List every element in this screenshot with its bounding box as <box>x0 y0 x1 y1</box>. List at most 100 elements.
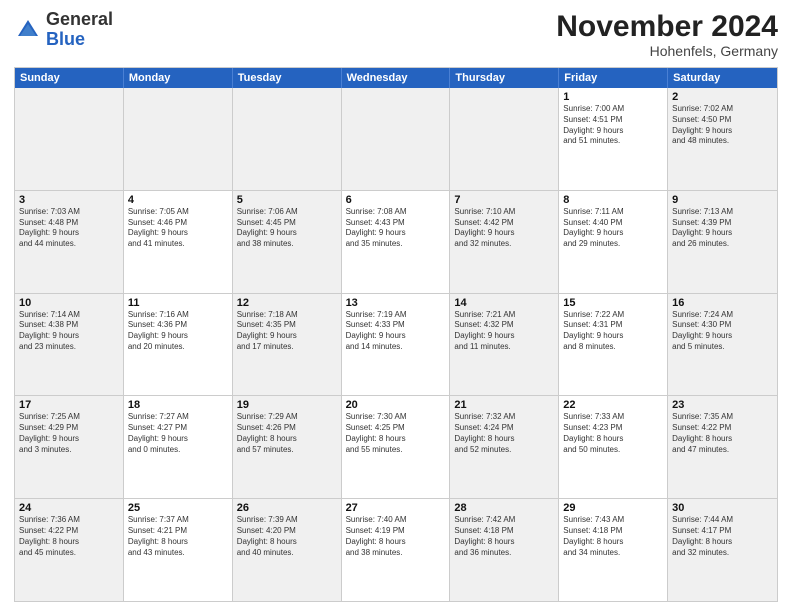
day-info: Sunrise: 7:06 AM Sunset: 4:45 PM Dayligh… <box>237 207 337 250</box>
day-number: 18 <box>128 399 228 411</box>
day-info: Sunrise: 7:14 AM Sunset: 4:38 PM Dayligh… <box>19 310 119 353</box>
calendar-row: 10Sunrise: 7:14 AM Sunset: 4:38 PM Dayli… <box>15 293 777 396</box>
day-number: 19 <box>237 399 337 411</box>
calendar-cell: 18Sunrise: 7:27 AM Sunset: 4:27 PM Dayli… <box>124 396 233 498</box>
calendar-cell: 10Sunrise: 7:14 AM Sunset: 4:38 PM Dayli… <box>15 294 124 396</box>
day-number: 30 <box>672 502 773 514</box>
day-info: Sunrise: 7:29 AM Sunset: 4:26 PM Dayligh… <box>237 412 337 455</box>
day-number: 6 <box>346 194 446 206</box>
day-number: 3 <box>19 194 119 206</box>
day-info: Sunrise: 7:13 AM Sunset: 4:39 PM Dayligh… <box>672 207 773 250</box>
day-info: Sunrise: 7:02 AM Sunset: 4:50 PM Dayligh… <box>672 104 773 147</box>
day-info: Sunrise: 7:24 AM Sunset: 4:30 PM Dayligh… <box>672 310 773 353</box>
calendar-header: SundayMondayTuesdayWednesdayThursdayFrid… <box>15 68 777 88</box>
day-info: Sunrise: 7:16 AM Sunset: 4:36 PM Dayligh… <box>128 310 228 353</box>
calendar-row: 3Sunrise: 7:03 AM Sunset: 4:48 PM Daylig… <box>15 190 777 293</box>
weekday-header: Wednesday <box>342 68 451 88</box>
calendar-cell: 2Sunrise: 7:02 AM Sunset: 4:50 PM Daylig… <box>668 88 777 190</box>
calendar-cell: 27Sunrise: 7:40 AM Sunset: 4:19 PM Dayli… <box>342 499 451 601</box>
calendar-cell: 11Sunrise: 7:16 AM Sunset: 4:36 PM Dayli… <box>124 294 233 396</box>
day-info: Sunrise: 7:18 AM Sunset: 4:35 PM Dayligh… <box>237 310 337 353</box>
day-info: Sunrise: 7:33 AM Sunset: 4:23 PM Dayligh… <box>563 412 663 455</box>
calendar-cell <box>342 88 451 190</box>
page: General Blue November 2024 Hohenfels, Ge… <box>0 0 792 612</box>
day-number: 26 <box>237 502 337 514</box>
day-number: 27 <box>346 502 446 514</box>
day-number: 20 <box>346 399 446 411</box>
calendar-cell <box>15 88 124 190</box>
day-info: Sunrise: 7:03 AM Sunset: 4:48 PM Dayligh… <box>19 207 119 250</box>
calendar-cell: 30Sunrise: 7:44 AM Sunset: 4:17 PM Dayli… <box>668 499 777 601</box>
calendar-cell: 12Sunrise: 7:18 AM Sunset: 4:35 PM Dayli… <box>233 294 342 396</box>
day-number: 1 <box>563 91 663 103</box>
calendar-cell: 26Sunrise: 7:39 AM Sunset: 4:20 PM Dayli… <box>233 499 342 601</box>
day-info: Sunrise: 7:00 AM Sunset: 4:51 PM Dayligh… <box>563 104 663 147</box>
day-info: Sunrise: 7:27 AM Sunset: 4:27 PM Dayligh… <box>128 412 228 455</box>
day-number: 2 <box>672 91 773 103</box>
calendar-cell: 14Sunrise: 7:21 AM Sunset: 4:32 PM Dayli… <box>450 294 559 396</box>
day-number: 25 <box>128 502 228 514</box>
day-info: Sunrise: 7:05 AM Sunset: 4:46 PM Dayligh… <box>128 207 228 250</box>
calendar-cell: 28Sunrise: 7:42 AM Sunset: 4:18 PM Dayli… <box>450 499 559 601</box>
calendar-cell: 23Sunrise: 7:35 AM Sunset: 4:22 PM Dayli… <box>668 396 777 498</box>
calendar-cell: 3Sunrise: 7:03 AM Sunset: 4:48 PM Daylig… <box>15 191 124 293</box>
weekday-header: Tuesday <box>233 68 342 88</box>
day-number: 29 <box>563 502 663 514</box>
day-number: 23 <box>672 399 773 411</box>
day-number: 5 <box>237 194 337 206</box>
page-header: General Blue November 2024 Hohenfels, Ge… <box>14 10 778 59</box>
calendar-cell: 5Sunrise: 7:06 AM Sunset: 4:45 PM Daylig… <box>233 191 342 293</box>
calendar-row: 24Sunrise: 7:36 AM Sunset: 4:22 PM Dayli… <box>15 498 777 601</box>
day-info: Sunrise: 7:32 AM Sunset: 4:24 PM Dayligh… <box>454 412 554 455</box>
day-number: 22 <box>563 399 663 411</box>
calendar-cell: 21Sunrise: 7:32 AM Sunset: 4:24 PM Dayli… <box>450 396 559 498</box>
calendar-cell: 4Sunrise: 7:05 AM Sunset: 4:46 PM Daylig… <box>124 191 233 293</box>
calendar-cell: 20Sunrise: 7:30 AM Sunset: 4:25 PM Dayli… <box>342 396 451 498</box>
calendar-cell: 13Sunrise: 7:19 AM Sunset: 4:33 PM Dayli… <box>342 294 451 396</box>
calendar-cell: 29Sunrise: 7:43 AM Sunset: 4:18 PM Dayli… <box>559 499 668 601</box>
calendar-cell: 6Sunrise: 7:08 AM Sunset: 4:43 PM Daylig… <box>342 191 451 293</box>
day-number: 13 <box>346 297 446 309</box>
calendar-cell <box>450 88 559 190</box>
calendar-cell <box>233 88 342 190</box>
day-info: Sunrise: 7:36 AM Sunset: 4:22 PM Dayligh… <box>19 515 119 558</box>
day-info: Sunrise: 7:35 AM Sunset: 4:22 PM Dayligh… <box>672 412 773 455</box>
calendar-cell: 7Sunrise: 7:10 AM Sunset: 4:42 PM Daylig… <box>450 191 559 293</box>
day-info: Sunrise: 7:43 AM Sunset: 4:18 PM Dayligh… <box>563 515 663 558</box>
calendar-cell: 9Sunrise: 7:13 AM Sunset: 4:39 PM Daylig… <box>668 191 777 293</box>
weekday-header: Friday <box>559 68 668 88</box>
day-number: 9 <box>672 194 773 206</box>
logo-icon <box>14 16 42 44</box>
day-number: 10 <box>19 297 119 309</box>
calendar-cell: 15Sunrise: 7:22 AM Sunset: 4:31 PM Dayli… <box>559 294 668 396</box>
day-info: Sunrise: 7:40 AM Sunset: 4:19 PM Dayligh… <box>346 515 446 558</box>
calendar: SundayMondayTuesdayWednesdayThursdayFrid… <box>14 67 778 602</box>
day-number: 12 <box>237 297 337 309</box>
day-number: 11 <box>128 297 228 309</box>
title-block: November 2024 Hohenfels, Germany <box>556 10 778 59</box>
day-number: 21 <box>454 399 554 411</box>
day-info: Sunrise: 7:08 AM Sunset: 4:43 PM Dayligh… <box>346 207 446 250</box>
day-info: Sunrise: 7:22 AM Sunset: 4:31 PM Dayligh… <box>563 310 663 353</box>
calendar-cell: 24Sunrise: 7:36 AM Sunset: 4:22 PM Dayli… <box>15 499 124 601</box>
day-number: 17 <box>19 399 119 411</box>
calendar-cell <box>124 88 233 190</box>
day-info: Sunrise: 7:25 AM Sunset: 4:29 PM Dayligh… <box>19 412 119 455</box>
day-number: 7 <box>454 194 554 206</box>
weekday-header: Saturday <box>668 68 777 88</box>
day-number: 4 <box>128 194 228 206</box>
calendar-cell: 17Sunrise: 7:25 AM Sunset: 4:29 PM Dayli… <box>15 396 124 498</box>
day-info: Sunrise: 7:30 AM Sunset: 4:25 PM Dayligh… <box>346 412 446 455</box>
day-number: 14 <box>454 297 554 309</box>
calendar-body: 1Sunrise: 7:00 AM Sunset: 4:51 PM Daylig… <box>15 88 777 601</box>
calendar-cell: 16Sunrise: 7:24 AM Sunset: 4:30 PM Dayli… <box>668 294 777 396</box>
calendar-row: 1Sunrise: 7:00 AM Sunset: 4:51 PM Daylig… <box>15 88 777 190</box>
location: Hohenfels, Germany <box>556 43 778 59</box>
logo-blue: Blue <box>46 29 85 49</box>
logo: General Blue <box>14 10 113 50</box>
day-info: Sunrise: 7:44 AM Sunset: 4:17 PM Dayligh… <box>672 515 773 558</box>
day-number: 15 <box>563 297 663 309</box>
day-number: 24 <box>19 502 119 514</box>
day-info: Sunrise: 7:10 AM Sunset: 4:42 PM Dayligh… <box>454 207 554 250</box>
month-title: November 2024 <box>556 10 778 43</box>
